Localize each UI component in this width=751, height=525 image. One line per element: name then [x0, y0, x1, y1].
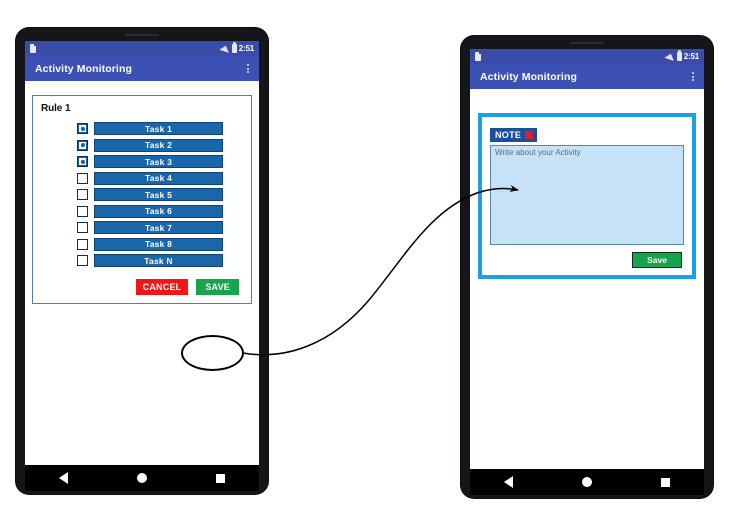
- left-phone-screen: 2:51 Activity Monitoring Rule 1 Task 1 T…: [25, 41, 259, 491]
- right-nav-bar: [470, 469, 704, 495]
- task-row: Task N: [77, 254, 223, 267]
- task-row: Task 1: [77, 122, 223, 135]
- wifi-signal-icon: [664, 52, 676, 61]
- card-actions: CANCEL SAVE: [39, 279, 245, 295]
- left-phone-device: 2:51 Activity Monitoring Rule 1 Task 1 T…: [16, 28, 268, 494]
- battery-icon: [231, 42, 237, 53]
- task-checkbox-7[interactable]: [77, 222, 88, 233]
- task-button-2[interactable]: Task 2: [94, 138, 223, 152]
- task-list: Task 1 Task 2 Task 3 Task 4 Task 5 Task …: [39, 122, 245, 267]
- left-status-bar: 2:51: [25, 41, 259, 56]
- wifi-signal-icon: [219, 44, 231, 53]
- rule-title: Rule 1: [41, 103, 71, 114]
- task-checkbox-3[interactable]: [77, 156, 88, 167]
- task-button-5[interactable]: Task 5: [94, 188, 223, 201]
- note-textarea-placeholder: Write about your Activity: [495, 148, 581, 157]
- app-bar-title: Activity Monitoring: [480, 70, 577, 83]
- phone-speaker: [125, 34, 159, 36]
- task-button-n[interactable]: Task N: [94, 254, 223, 267]
- save-button[interactable]: SAVE: [196, 279, 239, 295]
- status-bar-time: 2:51: [683, 52, 699, 61]
- battery-icon: [676, 50, 682, 61]
- task-row: Task 4: [77, 171, 223, 185]
- home-circle-icon[interactable]: [581, 477, 592, 487]
- task-checkbox-4[interactable]: [77, 172, 88, 184]
- task-checkbox-n[interactable]: [77, 255, 88, 266]
- task-row: Task 5: [77, 188, 223, 201]
- task-checkbox-2[interactable]: [77, 139, 88, 151]
- phone-speaker: [570, 42, 604, 44]
- right-app-bar: Activity Monitoring: [470, 64, 704, 89]
- task-checkbox-8[interactable]: [77, 238, 88, 250]
- task-button-8[interactable]: Task 8: [94, 237, 223, 251]
- note-tag-label: NOTE: [495, 130, 522, 140]
- left-app-bar: Activity Monitoring: [25, 56, 259, 81]
- note-textarea[interactable]: Write about your Activity: [490, 145, 684, 245]
- status-bar-time: 2:51: [238, 44, 254, 53]
- task-button-7[interactable]: Task 7: [94, 221, 223, 234]
- task-button-3[interactable]: Task 3: [94, 155, 223, 168]
- task-row: Task 7: [77, 221, 223, 234]
- sim-card-icon: [475, 52, 481, 61]
- note-tag: NOTE: [490, 128, 538, 142]
- task-button-4[interactable]: Task 4: [94, 171, 223, 185]
- left-nav-bar: [25, 465, 259, 491]
- sim-card-icon: [30, 44, 36, 53]
- right-screen-body: NOTE Write about your Activity Save: [470, 89, 704, 495]
- home-circle-icon[interactable]: [136, 473, 147, 483]
- note-actions: Save: [490, 252, 684, 268]
- task-row: Task 2: [77, 138, 223, 152]
- cancel-button[interactable]: CANCEL: [135, 279, 189, 295]
- close-badge-icon[interactable]: [525, 131, 534, 139]
- task-checkbox-6[interactable]: [77, 205, 88, 217]
- back-triangle-icon[interactable]: [59, 472, 69, 484]
- right-status-bar: 2:51: [470, 49, 704, 64]
- recents-square-icon[interactable]: [660, 477, 670, 487]
- note-dialog: NOTE Write about your Activity Save: [478, 113, 696, 279]
- task-button-6[interactable]: Task 6: [94, 204, 223, 218]
- app-bar-title: Activity Monitoring: [35, 62, 132, 75]
- overflow-menu-icon[interactable]: [690, 69, 696, 84]
- left-screen-body: Rule 1 Task 1 Task 2 Task 3 Task 4 Task …: [25, 81, 259, 491]
- task-row: Task 8: [77, 237, 223, 251]
- right-phone-device: 2:51 Activity Monitoring NOTE Write abou…: [461, 36, 713, 498]
- overflow-menu-icon[interactable]: [245, 61, 251, 76]
- back-triangle-icon[interactable]: [504, 476, 514, 488]
- note-save-button[interactable]: Save: [632, 252, 682, 268]
- recents-square-icon[interactable]: [215, 473, 225, 483]
- task-checkbox-1[interactable]: [77, 123, 88, 134]
- right-phone-screen: 2:51 Activity Monitoring NOTE Write abou…: [470, 49, 704, 495]
- task-row: Task 3: [77, 155, 223, 168]
- task-checkbox-5[interactable]: [77, 189, 88, 200]
- task-row: Task 6: [77, 204, 223, 218]
- rule-card: Rule 1 Task 1 Task 2 Task 3 Task 4 Task …: [32, 95, 252, 304]
- task-button-1[interactable]: Task 1: [94, 122, 223, 135]
